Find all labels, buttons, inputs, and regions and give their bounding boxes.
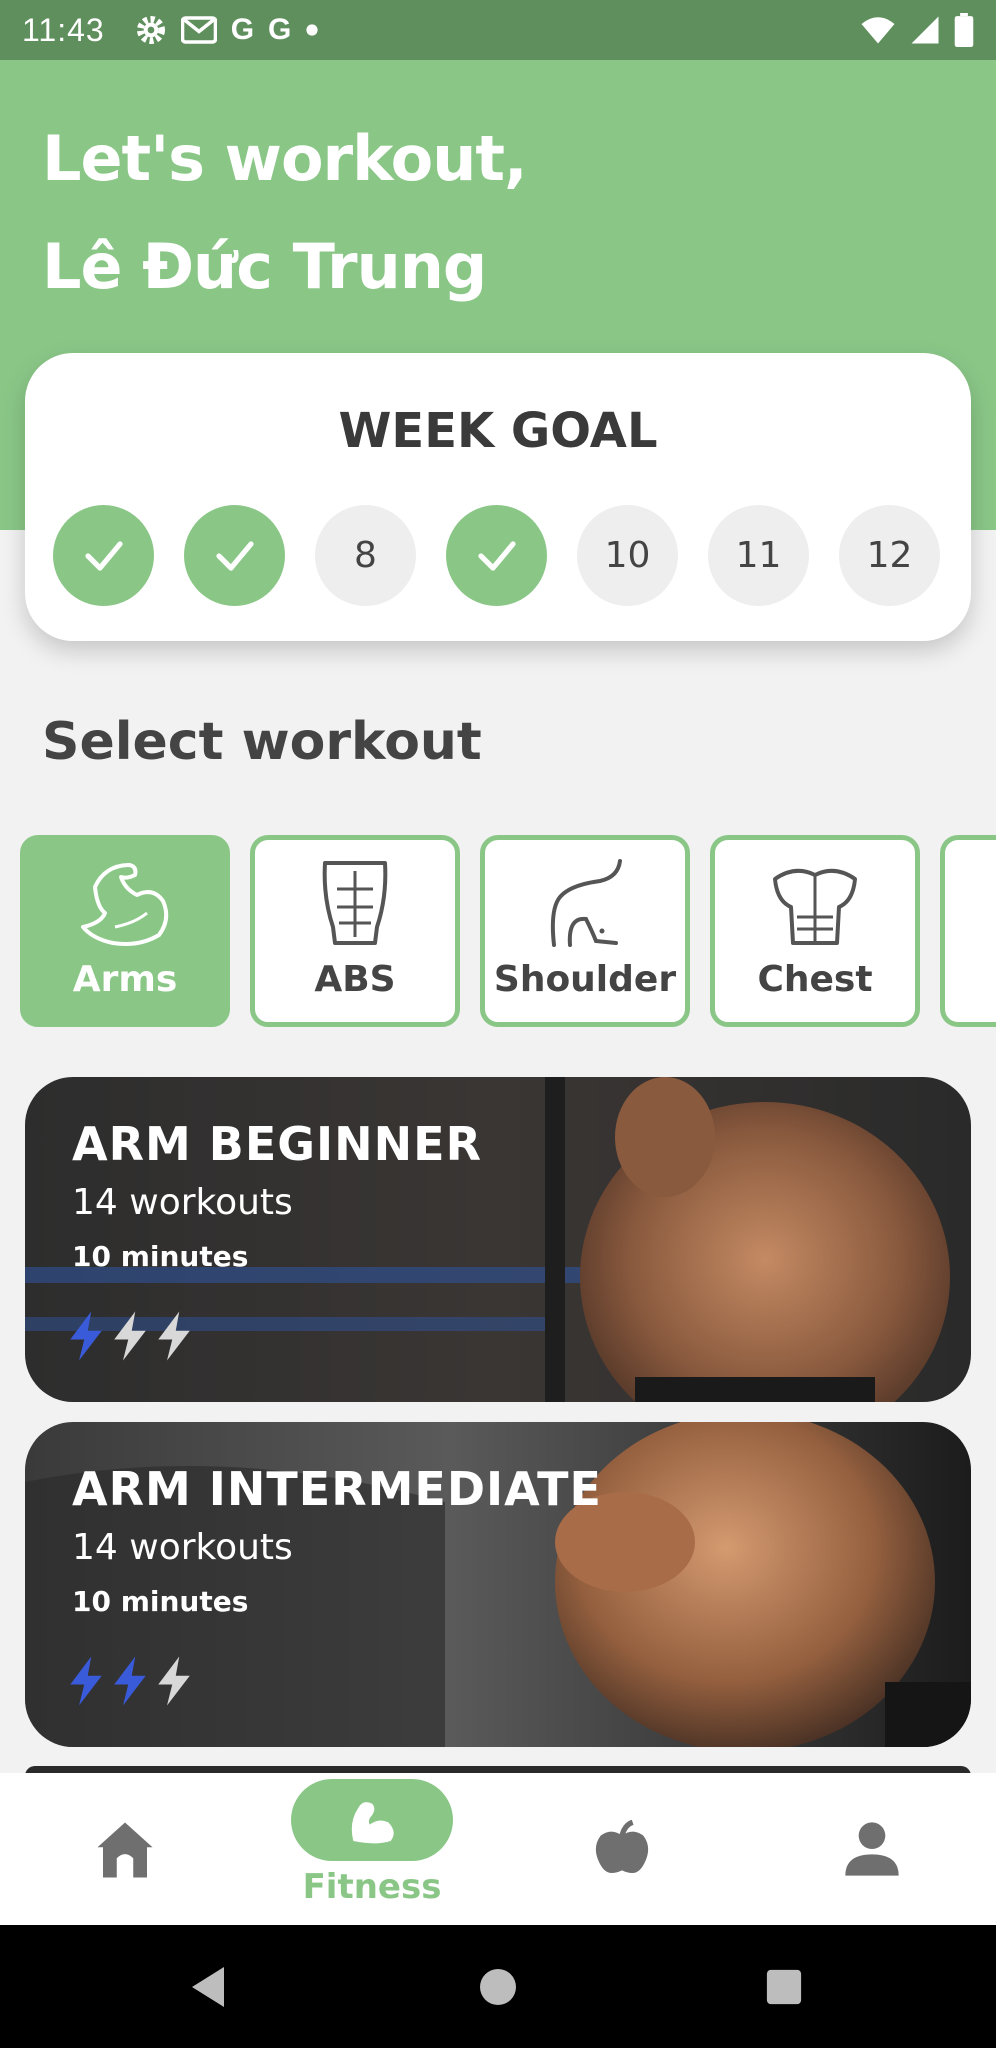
google-g-icon-2: G [268, 13, 292, 46]
bottom-navigation: Fitness [0, 1773, 996, 1925]
bolt-icon [158, 1656, 190, 1706]
nav-nutrition[interactable] [590, 1773, 654, 1925]
greeting-name: Lê Đức Trung [42, 230, 487, 303]
category-shoulder[interactable]: Shoulder [480, 835, 690, 1027]
bolt-icon [158, 1311, 190, 1361]
status-bar: 11:43 G G [0, 0, 996, 60]
select-workout-title: Select workout [42, 712, 482, 772]
nav-fitness[interactable]: Fitness [291, 1773, 453, 1925]
category-more-partial[interactable] [940, 835, 996, 1027]
difficulty-indicator [65, 1309, 195, 1363]
category-label: Arms [72, 959, 178, 1000]
nav-fitness-label: Fitness [302, 1867, 442, 1907]
nav-home[interactable] [80, 1773, 170, 1925]
program-title: ARM INTERMEDIATE [72, 1462, 602, 1516]
program-duration: 10 minutes [72, 1585, 249, 1618]
biceps-icon [81, 863, 169, 946]
home-icon [97, 1822, 153, 1878]
day-12[interactable]: 12 [839, 505, 940, 606]
category-abs[interactable]: ABS [250, 835, 460, 1027]
day-4-done[interactable] [446, 505, 547, 606]
greeting-line-1: Let's workout, [42, 122, 528, 195]
bolt-icon-active [70, 1311, 102, 1361]
difficulty-indicator [65, 1654, 195, 1708]
chest-icon [773, 868, 857, 945]
dot-icon [306, 24, 318, 36]
day-11[interactable]: 11 [708, 505, 809, 606]
check-icon [84, 540, 123, 571]
abs-icon [322, 861, 388, 945]
gmail-icon [180, 16, 217, 44]
program-title: ARM BEGINNER [72, 1117, 483, 1171]
check-icon [477, 540, 516, 571]
nav-profile[interactable] [840, 1773, 904, 1925]
day-10[interactable]: 10 [577, 505, 678, 606]
greeting: Let's workout, Lê Đức Trung [42, 105, 528, 321]
recents-icon[interactable] [765, 1968, 803, 2006]
program-workout-count: 14 workouts [72, 1182, 293, 1223]
profile-icon [845, 1822, 899, 1876]
google-g-icon: G [230, 13, 255, 46]
category-label: Shoulder [493, 959, 677, 1000]
program-workout-count: 14 workouts [72, 1527, 293, 1568]
program-duration: 10 minutes [72, 1240, 249, 1273]
bolt-icon-active [70, 1656, 102, 1706]
system-navigation-bar [0, 1925, 996, 2048]
week-goal-card: WEEK GOAL 8 10 11 12 [25, 353, 971, 641]
category-label: ABS [314, 959, 396, 1000]
wifi-icon [861, 17, 895, 44]
battery-icon [954, 13, 974, 47]
nav-fitness-pill [291, 1779, 453, 1861]
bolt-icon [114, 1311, 146, 1361]
back-icon[interactable] [188, 1965, 228, 2009]
program-card-arm-beginner[interactable]: ARM BEGINNER 14 workouts 10 minutes [25, 1077, 971, 1402]
signal-icon [911, 16, 939, 44]
day-1-done[interactable] [53, 505, 154, 606]
bolt-icon-active [114, 1656, 146, 1706]
apple-icon [595, 1819, 649, 1873]
category-label: Chest [757, 959, 873, 1000]
week-goal-days: 8 10 11 12 [53, 505, 940, 606]
workout-category-list[interactable]: Arms ABS Shoulder Chest [20, 835, 996, 1027]
day-8[interactable]: 8 [315, 505, 416, 606]
fitness-icon [351, 1802, 394, 1844]
home-circle-icon[interactable] [478, 1967, 518, 2007]
check-icon [215, 540, 254, 571]
gear-icon [136, 16, 165, 44]
category-arms[interactable]: Arms [20, 835, 230, 1027]
program-card-arm-intermediate[interactable]: ARM INTERMEDIATE 14 workouts 10 minutes [25, 1422, 971, 1747]
day-2-done[interactable] [184, 505, 285, 606]
shoulder-icon [550, 859, 622, 947]
week-goal-title: WEEK GOAL [338, 403, 658, 459]
category-chest[interactable]: Chest [710, 835, 920, 1027]
status-time: 11:43 [22, 11, 105, 48]
